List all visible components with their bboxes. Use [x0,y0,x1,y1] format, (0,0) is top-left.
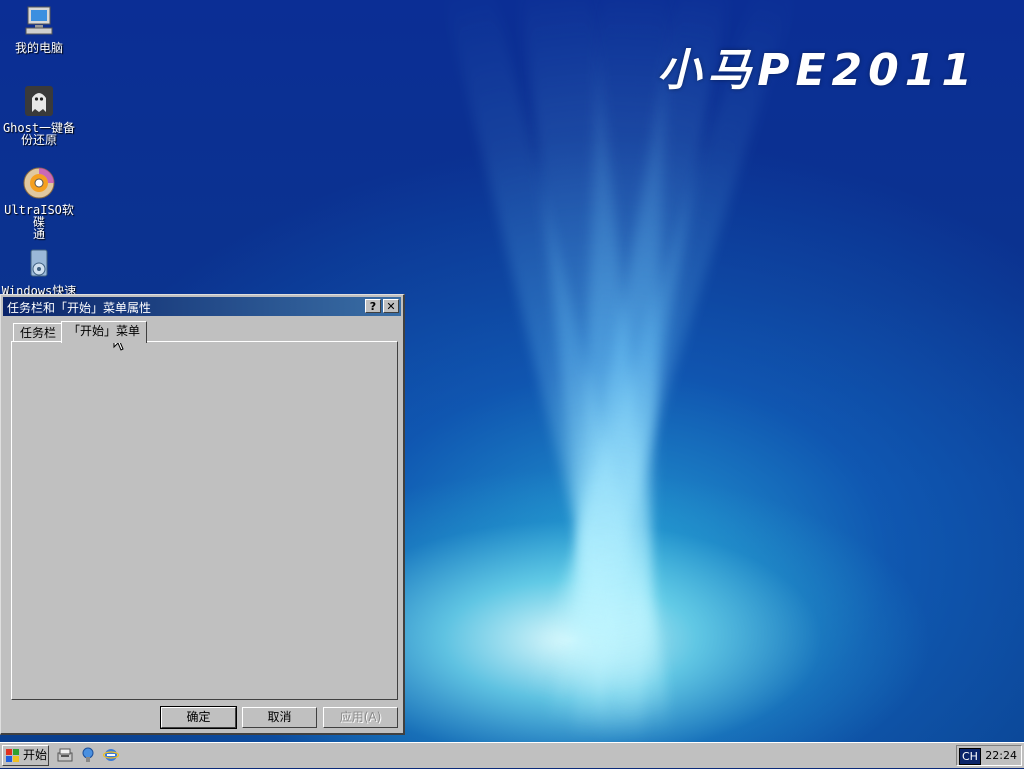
network-icon[interactable] [80,747,96,763]
tab-content-panel [11,341,398,700]
input-language-indicator[interactable]: CH [959,748,981,765]
tab-taskbar[interactable]: 任务栏 [13,323,64,341]
system-tray: CH 22:24 [956,745,1022,766]
dialog-title-bar[interactable]: 任务栏和「开始」菜单属性 ? ✕ [3,297,401,316]
icon-label: 通 [32,227,45,241]
desktop-icon-my-computer[interactable]: 我的电脑 [0,4,78,54]
windows-quick-icon [22,247,56,281]
start-label: 开始 [23,748,48,762]
brand-logo-text: 小马PE2011 [657,45,978,96]
desktop-icon-ultraiso[interactable]: UltraISO软碟 通 [0,166,78,240]
icon-label: UltraISO软碟 [4,203,74,229]
icon-label: 我的电脑 [14,41,63,55]
taskbar-start-menu-properties-dialog: 任务栏和「开始」菜单属性 ? ✕ 任务栏 「开始」菜单 确定 取消 应用(A) [0,294,405,735]
dialog-title: 任务栏和「开始」菜单属性 [7,301,152,315]
help-button[interactable]: ? [365,299,381,313]
windows-logo-icon [6,749,20,769]
ie-icon[interactable] [102,747,120,763]
apply-button[interactable]: 应用(A) [323,707,398,728]
my-computer-icon [22,4,56,38]
start-button[interactable]: 开始 [2,745,49,766]
desktop-icon-ghost[interactable]: Ghost一键备 份还原 [0,84,78,146]
close-button[interactable]: ✕ [383,299,399,313]
tab-start-menu[interactable]: 「开始」菜单 [61,321,148,343]
taskbar: 开始 CH 22:24 [0,742,1024,768]
clock[interactable]: 22:24 [985,747,1017,764]
desktop-icon-windows-quick[interactable]: Windows快速 [0,247,78,297]
cancel-button[interactable]: 取消 [242,707,317,728]
ok-button[interactable]: 确定 [160,706,237,729]
desktop-shortcut-icon[interactable] [57,747,73,763]
ultraiso-disc-icon [22,166,56,200]
ghost-backup-icon [22,84,56,118]
icon-label: 份还原 [20,133,57,147]
